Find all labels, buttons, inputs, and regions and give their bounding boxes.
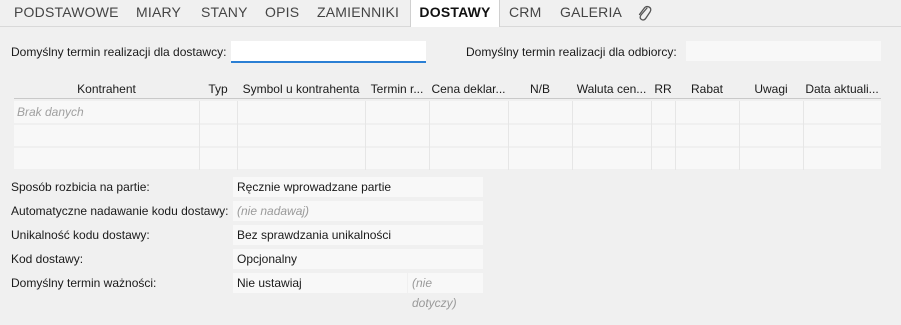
expiry-select[interactable]: Nie ustawiaj	[233, 273, 407, 293]
supplier-term-label: Domyślny termin realizacji dla dostawcy:	[11, 45, 227, 59]
autocode-label: Automatyczne nadawanie kodu dostawy:	[11, 204, 229, 218]
column-header-cena[interactable]: Cena deklar...	[429, 78, 508, 100]
unique-label: Unikalność kodu dostawy:	[11, 228, 150, 242]
column-header-uwagi[interactable]: Uwagi	[739, 78, 803, 100]
tab-miary[interactable]: MIARY	[136, 0, 181, 26]
autocode-select[interactable]: (nie nadawaj)	[233, 201, 483, 221]
column-header-typ[interactable]: Typ	[199, 78, 237, 100]
column-header-nb[interactable]: N/B	[508, 78, 572, 100]
empty-grid-text: Brak danych	[17, 105, 84, 119]
column-header-symbol[interactable]: Symbol u kontrahenta	[237, 78, 365, 100]
paperclip-icon[interactable]	[636, 4, 652, 22]
tab-stany[interactable]: STANY	[201, 0, 248, 26]
column-header-data[interactable]: Data aktuali...	[803, 78, 881, 100]
delivery-code-label: Kod dostawy:	[11, 252, 84, 266]
supplier-term-input[interactable]	[231, 41, 426, 63]
tab-crm[interactable]: CRM	[509, 0, 541, 26]
expiry-extra-field[interactable]: (nie dotyczy)	[408, 273, 483, 310]
tab-bar: PODSTAWOWE MIARY STANY OPIS ZAMIENNIKI D…	[0, 0, 901, 27]
tab-dostawy[interactable]: DOSTAWY	[410, 0, 500, 27]
tab-opis[interactable]: OPIS	[265, 0, 299, 26]
column-header-waluta[interactable]: Waluta cen...	[572, 78, 651, 100]
tab-podstawowe[interactable]: PODSTAWOWE	[14, 0, 119, 26]
expiry-label: Domyślny termin ważności:	[11, 276, 157, 290]
split-label: Sposób rozbicia na partie:	[11, 180, 150, 194]
table-row[interactable]	[14, 101, 881, 123]
tab-galeria[interactable]: GALERIA	[560, 0, 622, 26]
delivery-code-select[interactable]: Opcjonalny	[233, 249, 483, 269]
tab-zamienniki[interactable]: ZAMIENNIKI	[317, 0, 399, 26]
column-header-kontrahent[interactable]: Kontrahent	[14, 78, 199, 100]
suppliers-grid[interactable]: Kontrahent Typ Symbol u kontrahenta Term…	[14, 78, 881, 170]
header-divider	[14, 98, 881, 99]
customer-term-input[interactable]	[686, 41, 881, 61]
column-header-termin[interactable]: Termin r...	[365, 78, 429, 100]
split-select[interactable]: Ręcznie wprowadzane partie	[233, 177, 483, 197]
column-header-rabat[interactable]: Rabat	[675, 78, 739, 100]
customer-term-label: Domyślny termin realizacji dla odbiorcy:	[466, 45, 677, 59]
unique-select[interactable]: Bez sprawdzania unikalności	[233, 225, 483, 245]
table-row[interactable]	[14, 125, 881, 146]
table-row[interactable]	[14, 148, 881, 169]
column-header-rr[interactable]: RR	[651, 78, 675, 100]
